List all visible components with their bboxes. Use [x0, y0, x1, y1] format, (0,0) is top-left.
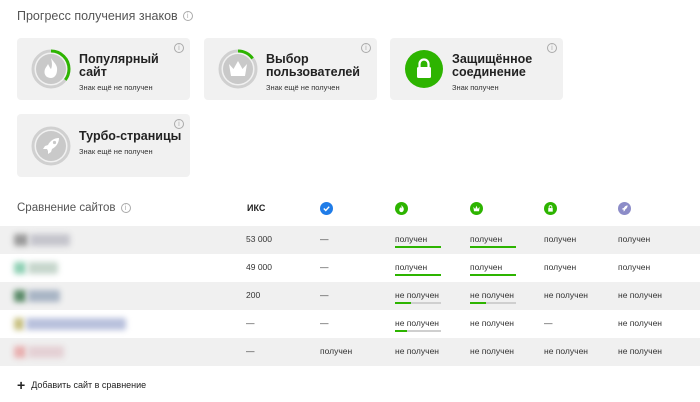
cell-popular: не получен [395, 318, 439, 328]
column-header-iks[interactable]: ИКС [247, 203, 265, 213]
rocket-icon [618, 202, 631, 215]
site-name-blurred[interactable] [14, 233, 70, 247]
rocket-icon [30, 125, 72, 167]
badge-name: Популярный сайт [79, 52, 159, 79]
add-site-button[interactable]: + Добавить сайт в сравнение [17, 377, 147, 393]
cell-iks: 49 000 [246, 262, 272, 272]
cell-verified: — [320, 262, 329, 272]
flame-icon [30, 48, 72, 90]
info-icon[interactable]: i [182, 11, 193, 21]
cell-choice: не получен [470, 318, 514, 328]
cell-popular: получен [395, 262, 428, 272]
cell-verified: — [320, 234, 329, 244]
cell-turbo: не получен [618, 318, 662, 328]
table-row[interactable]: 53 000 — получен получен получен получен [0, 226, 700, 254]
badge-status: Знак ещё не получен [79, 83, 153, 92]
cell-choice: не получен [470, 346, 514, 356]
cell-secure: получен [544, 234, 577, 244]
site-name-blurred[interactable] [14, 345, 64, 359]
flame-icon [395, 202, 408, 215]
cell-secure: не получен [544, 290, 588, 300]
crown-icon [217, 48, 259, 90]
cell-iks: — [246, 318, 255, 328]
badge-card-secure[interactable]: i Защищённое соединение Знак получен [390, 38, 563, 100]
progress-popular [395, 302, 441, 304]
cell-popular: не получен [395, 346, 439, 356]
progress-popular [395, 330, 441, 332]
badge-status: Знак получен [452, 83, 499, 92]
badge-card-choice[interactable]: i Выбор пользователей Знак ещё не получе… [204, 38, 377, 100]
cell-verified: — [320, 318, 329, 328]
lock-icon [544, 202, 557, 215]
info-icon[interactable]: i [361, 43, 371, 53]
cell-secure: получен [544, 262, 577, 272]
progress-popular [395, 246, 441, 248]
badge-status: Знак ещё не получен [79, 147, 153, 156]
progress-choice [470, 246, 516, 248]
progress-choice [470, 302, 516, 304]
plus-icon: + [17, 377, 26, 393]
cell-verified: получен [320, 346, 353, 356]
cell-iks: — [246, 346, 255, 356]
table-row[interactable]: 49 000 — получен получен получен получен [0, 254, 700, 282]
cell-choice: получен [470, 234, 503, 244]
cell-verified: — [320, 290, 329, 300]
badge-card-popular[interactable]: i Популярный сайт Знак ещё не получен [17, 38, 190, 100]
cell-secure: не получен [544, 346, 588, 356]
badge-status: Знак ещё не получен [266, 83, 340, 92]
cell-turbo: получен [618, 234, 651, 244]
comparison-title-text: Сравнение сайтов [17, 202, 116, 214]
comparison-title: Сравнение сайтов i [17, 202, 131, 214]
badges-section-title: Прогресс получения знаков i [17, 9, 193, 23]
add-site-label: Добавить сайт в сравнение [31, 380, 147, 390]
column-header-verified[interactable] [320, 202, 333, 215]
badge-name: Турбо-страницы [79, 129, 182, 143]
column-header-secure[interactable] [544, 202, 557, 215]
column-header-choice[interactable] [470, 202, 483, 215]
cell-popular: не получен [395, 290, 439, 300]
badges-title-text: Прогресс получения знаков [17, 9, 178, 23]
column-header-turbo[interactable] [618, 202, 631, 215]
site-name-blurred[interactable] [14, 261, 58, 275]
info-icon[interactable]: i [120, 203, 131, 213]
lock-icon [403, 48, 445, 90]
site-name-blurred[interactable] [14, 317, 126, 331]
verified-icon [320, 202, 333, 215]
cell-popular: получен [395, 234, 428, 244]
badge-card-turbo[interactable]: i Турбо-страницы Знак ещё не получен [17, 114, 190, 177]
info-icon[interactable]: i [174, 43, 184, 53]
progress-choice [470, 274, 516, 276]
crown-icon [470, 202, 483, 215]
badge-name: Защищённое соединение [452, 52, 533, 79]
site-name-blurred[interactable] [14, 289, 60, 303]
info-icon[interactable]: i [547, 43, 557, 53]
table-row[interactable]: — — не получен не получен — не получен [0, 310, 700, 338]
column-header-popular[interactable] [395, 202, 408, 215]
table-row[interactable]: — получен не получен не получен не получ… [0, 338, 700, 366]
progress-popular [395, 274, 441, 276]
cell-choice: получен [470, 262, 503, 272]
cell-choice: не получен [470, 290, 514, 300]
badge-name: Выбор пользователей [266, 52, 360, 79]
cell-iks: 200 [246, 290, 261, 300]
info-icon[interactable]: i [174, 119, 184, 129]
table-row[interactable]: 200 — не получен не получен не получен н… [0, 282, 700, 310]
cell-turbo: получен [618, 262, 651, 272]
cell-iks: 53 000 [246, 234, 272, 244]
cell-turbo: не получен [618, 346, 662, 356]
cell-secure: — [544, 318, 553, 328]
cell-turbo: не получен [618, 290, 662, 300]
